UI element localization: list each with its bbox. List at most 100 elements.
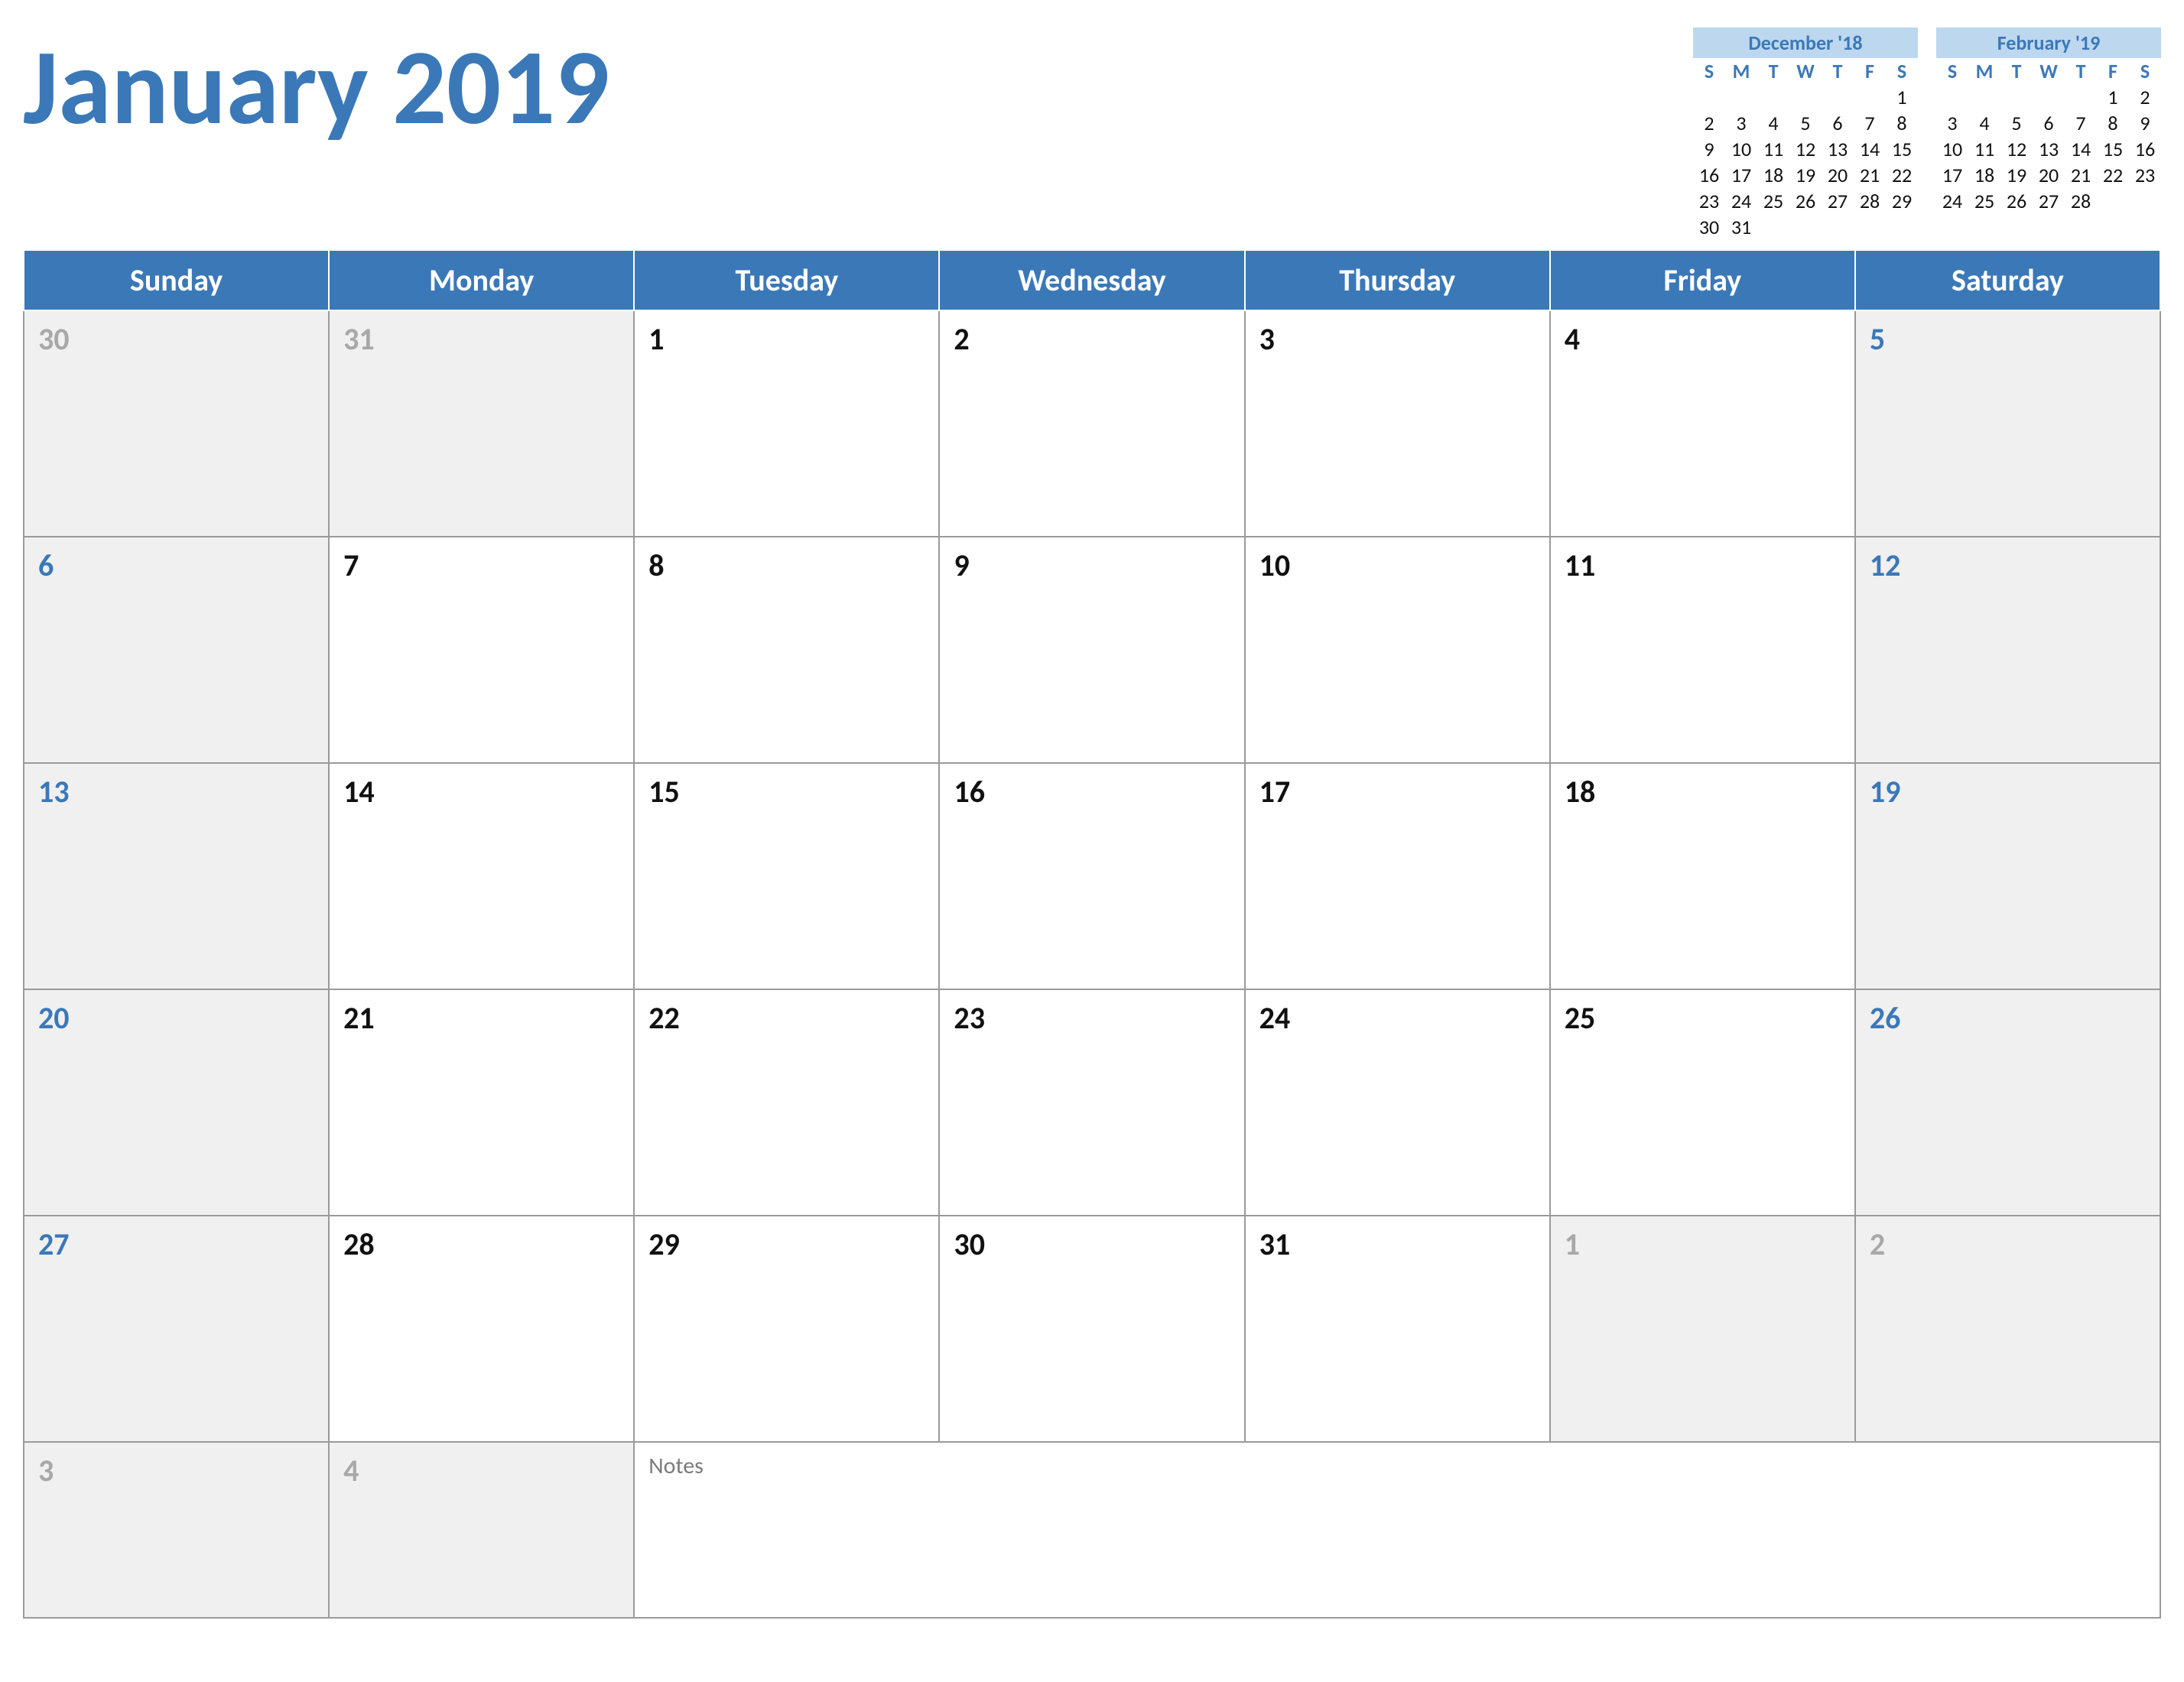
calendar-day[interactable]: 12: [1855, 537, 2160, 763]
calendar-day[interactable]: 23: [939, 989, 1244, 1216]
calendar-day[interactable]: 18: [1550, 763, 1855, 989]
calendar-day[interactable]: 21: [329, 989, 634, 1216]
mini-day: 20: [2033, 162, 2065, 188]
mini-day: 24: [1725, 188, 1757, 214]
mini-day: 22: [1886, 162, 1918, 188]
mini-calendars: December '18SMTWTFS123456789101112131415…: [1693, 23, 2161, 240]
mini-day: 29: [1886, 188, 1918, 214]
calendar-day[interactable]: 3: [24, 1442, 329, 1618]
mini-day: [1757, 214, 1789, 240]
mini-day: 19: [2000, 162, 2033, 188]
mini-day: 25: [1757, 188, 1789, 214]
mini-day: [1822, 214, 1854, 240]
mini-day: 3: [1936, 110, 1968, 136]
calendar-day[interactable]: 29: [634, 1216, 939, 1442]
mini-day-header: S: [1693, 58, 1725, 84]
calendar-day[interactable]: 20: [24, 989, 329, 1216]
calendar-week: 6789101112: [24, 537, 2160, 763]
calendar-day[interactable]: 30: [24, 310, 329, 537]
calendar-day[interactable]: 2: [1855, 1216, 2160, 1442]
calendar-day[interactable]: 17: [1245, 763, 1550, 989]
mini-day: 30: [1693, 214, 1725, 240]
mini-day: 26: [2000, 188, 2033, 214]
calendar-day[interactable]: 2: [939, 310, 1244, 537]
mini-day: [1854, 214, 1886, 240]
calendar-day[interactable]: 28: [329, 1216, 634, 1442]
mini-day-header: M: [1725, 58, 1757, 84]
calendar-day[interactable]: 8: [634, 537, 939, 763]
day-header: Thursday: [1245, 250, 1550, 310]
calendar-day[interactable]: 24: [1245, 989, 1550, 1216]
calendar-day[interactable]: 5: [1855, 310, 2160, 537]
mini-day: 28: [2065, 188, 2097, 214]
notes-cell[interactable]: Notes: [634, 1442, 2160, 1618]
mini-day: 2: [1693, 110, 1725, 136]
calendar-day[interactable]: 4: [1550, 310, 1855, 537]
calendar-day[interactable]: 13: [24, 763, 329, 989]
mini-day: 23: [1693, 188, 1725, 214]
mini-day: [1854, 84, 1886, 110]
calendar-day[interactable]: 15: [634, 763, 939, 989]
mini-day: 19: [1789, 162, 1822, 188]
calendar-day[interactable]: 30: [939, 1216, 1244, 1442]
mini-day: 21: [2065, 162, 2097, 188]
calendar-day[interactable]: 9: [939, 537, 1244, 763]
mini-day: 22: [2097, 162, 2129, 188]
mini-day: 5: [1789, 110, 1822, 136]
calendar-day[interactable]: 27: [24, 1216, 329, 1442]
mini-day: 25: [1968, 188, 2000, 214]
calendar-day[interactable]: 1: [634, 310, 939, 537]
mini-day: 5: [2000, 110, 2033, 136]
mini-day: 15: [1886, 136, 1918, 162]
calendar-week: 20212223242526: [24, 989, 2160, 1216]
mini-day: [1789, 84, 1822, 110]
calendar-day[interactable]: 16: [939, 763, 1244, 989]
mini-day: [1725, 84, 1757, 110]
day-header: Monday: [329, 250, 634, 310]
mini-day: 1: [1886, 84, 1918, 110]
calendar-day[interactable]: 14: [329, 763, 634, 989]
mini-day: [1886, 214, 1918, 240]
mini-day-header: S: [1936, 58, 1968, 84]
mini-day: [2033, 84, 2065, 110]
calendar-day[interactable]: 25: [1550, 989, 1855, 1216]
mini-day-header: W: [1789, 58, 1822, 84]
mini-day: [2000, 84, 2033, 110]
mini-day: 11: [1968, 136, 2000, 162]
mini-day-header: T: [1757, 58, 1789, 84]
mini-day: [2065, 84, 2097, 110]
mini-day: 6: [2033, 110, 2065, 136]
mini-day: 3: [1725, 110, 1757, 136]
calendar-day[interactable]: 11: [1550, 537, 1855, 763]
mini-day: 20: [1822, 162, 1854, 188]
mini-day-header: T: [1822, 58, 1854, 84]
mini-day: 21: [1854, 162, 1886, 188]
calendar-day[interactable]: 26: [1855, 989, 2160, 1216]
mini-day: 16: [1693, 162, 1725, 188]
calendar-day[interactable]: 19: [1855, 763, 2160, 989]
calendar-day[interactable]: 10: [1245, 537, 1550, 763]
mini-day-header: T: [2000, 58, 2033, 84]
mini-day: 27: [2033, 188, 2065, 214]
calendar-header: January 2019 December '18SMTWTFS12345678…: [23, 23, 2161, 240]
mini-day: 12: [1789, 136, 1822, 162]
mini-day: 7: [1854, 110, 1886, 136]
calendar-day[interactable]: 1: [1550, 1216, 1855, 1442]
calendar-day[interactable]: 7: [329, 537, 634, 763]
mini-day: 4: [1968, 110, 2000, 136]
mini-day-header: T: [2065, 58, 2097, 84]
mini-day: 27: [1822, 188, 1854, 214]
calendar-day[interactable]: 31: [1245, 1216, 1550, 1442]
calendar-day[interactable]: 6: [24, 537, 329, 763]
mini-day: [1968, 84, 2000, 110]
calendar-day[interactable]: 31: [329, 310, 634, 537]
mini-day: 10: [1936, 136, 1968, 162]
mini-day: 13: [1822, 136, 1854, 162]
calendar-day[interactable]: 3: [1245, 310, 1550, 537]
calendar-day[interactable]: 22: [634, 989, 939, 1216]
calendar-day[interactable]: 4: [329, 1442, 634, 1618]
page-title: January 2019: [23, 23, 609, 143]
mini-day: 10: [1725, 136, 1757, 162]
mini-day: [1757, 84, 1789, 110]
mini-day: 6: [1822, 110, 1854, 136]
